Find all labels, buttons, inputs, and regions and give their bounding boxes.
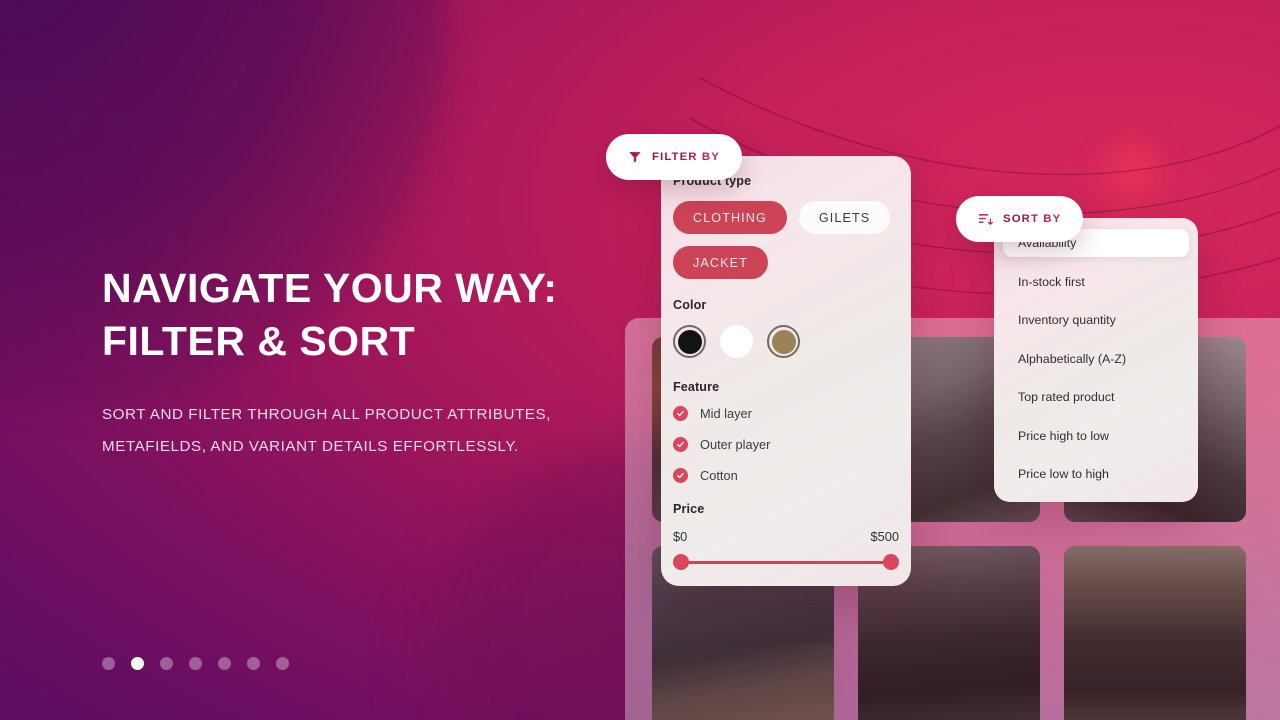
feature-option-mid-layer[interactable]: Mid layer [673, 406, 899, 421]
feature-option-cotton[interactable]: Cotton [673, 468, 899, 483]
feature-option-group: Mid layer Outer player Cotton [673, 406, 899, 483]
feature-option-label: Outer player [700, 437, 771, 452]
pagination-dot[interactable] [189, 657, 202, 670]
sort-option-price-low-high[interactable]: Price low to high [1003, 460, 1189, 488]
sort-option-list: Availability In-stock first Inventory qu… [994, 218, 1198, 488]
swatch-black[interactable] [673, 325, 706, 358]
check-icon [673, 406, 688, 421]
filter-funnel-icon [628, 150, 642, 164]
pagination-dot[interactable] [160, 657, 173, 670]
color-swatch-group [673, 325, 899, 358]
price-max-label: $500 [870, 529, 899, 544]
carousel-pagination[interactable] [102, 657, 289, 670]
sort-option-inventory-quantity[interactable]: Inventory quantity [1003, 306, 1189, 334]
filter-by-label: FILTER BY [652, 151, 720, 163]
sort-option-in-stock-first[interactable]: In-stock first [1003, 268, 1189, 296]
price-range-slider[interactable] [673, 554, 899, 572]
sort-by-label: SORT BY [1003, 213, 1062, 225]
hero-subcopy: SORT AND FILTER THROUGH ALL PRODUCT ATTR… [102, 399, 622, 463]
subcopy-line-2: METAFIELDS, AND VARIANT DETAILS EFFORTLE… [102, 438, 519, 455]
chip-gilets[interactable]: GILETS [798, 201, 891, 234]
swatch-khaki[interactable] [767, 325, 800, 358]
slider-track [680, 561, 892, 564]
feature-option-label: Cotton [700, 468, 738, 483]
pagination-dot[interactable] [218, 657, 231, 670]
headline-line-1: NAVIGATE YOUR WAY: [102, 265, 558, 311]
price-min-label: $0 [673, 529, 688, 544]
chip-jacket[interactable]: JACKET [673, 246, 768, 279]
feature-option-outer-player[interactable]: Outer player [673, 437, 899, 452]
sort-by-button[interactable]: SORT BY [956, 196, 1084, 242]
page-title: NAVIGATE YOUR WAY: FILTER & SORT [102, 262, 622, 368]
chip-clothing[interactable]: CLOTHING [673, 201, 787, 234]
hero-copy: NAVIGATE YOUR WAY: FILTER & SORT SORT AN… [102, 262, 622, 463]
filter-by-button[interactable]: FILTER BY [606, 134, 742, 180]
price-range-labels: $0 $500 [673, 529, 899, 544]
price-heading: Price [673, 502, 705, 516]
slider-handle-min[interactable] [673, 554, 689, 570]
swatch-white[interactable] [720, 325, 753, 358]
sort-option-price-high-low[interactable]: Price high to low [1003, 422, 1189, 450]
pagination-dot-active[interactable] [131, 657, 144, 670]
sort-option-top-rated[interactable]: Top rated product [1003, 383, 1189, 411]
feature-heading: Feature [673, 380, 720, 394]
slider-handle-max[interactable] [883, 554, 899, 570]
hero-stage: NAVIGATE YOUR WAY: FILTER & SORT SORT AN… [0, 0, 1280, 720]
sort-panel: Availability In-stock first Inventory qu… [994, 218, 1198, 502]
pagination-dot[interactable] [102, 657, 115, 670]
sort-descending-icon [978, 212, 993, 227]
pagination-dot[interactable] [247, 657, 260, 670]
subcopy-line-1: SORT AND FILTER THROUGH ALL PRODUCT ATTR… [102, 406, 551, 423]
product-type-chip-group: CLOTHING GILETS JACKET [673, 201, 899, 279]
filter-panel: Product type CLOTHING GILETS JACKET Colo… [661, 156, 911, 586]
headline-line-2: FILTER & SORT [102, 318, 416, 364]
product-tile[interactable] [1064, 546, 1246, 720]
color-heading: Color [673, 298, 707, 312]
sort-option-alphabetically[interactable]: Alphabetically (A-Z) [1003, 345, 1189, 373]
check-icon [673, 437, 688, 452]
feature-option-label: Mid layer [700, 406, 752, 421]
pagination-dot[interactable] [276, 657, 289, 670]
check-icon [673, 468, 688, 483]
